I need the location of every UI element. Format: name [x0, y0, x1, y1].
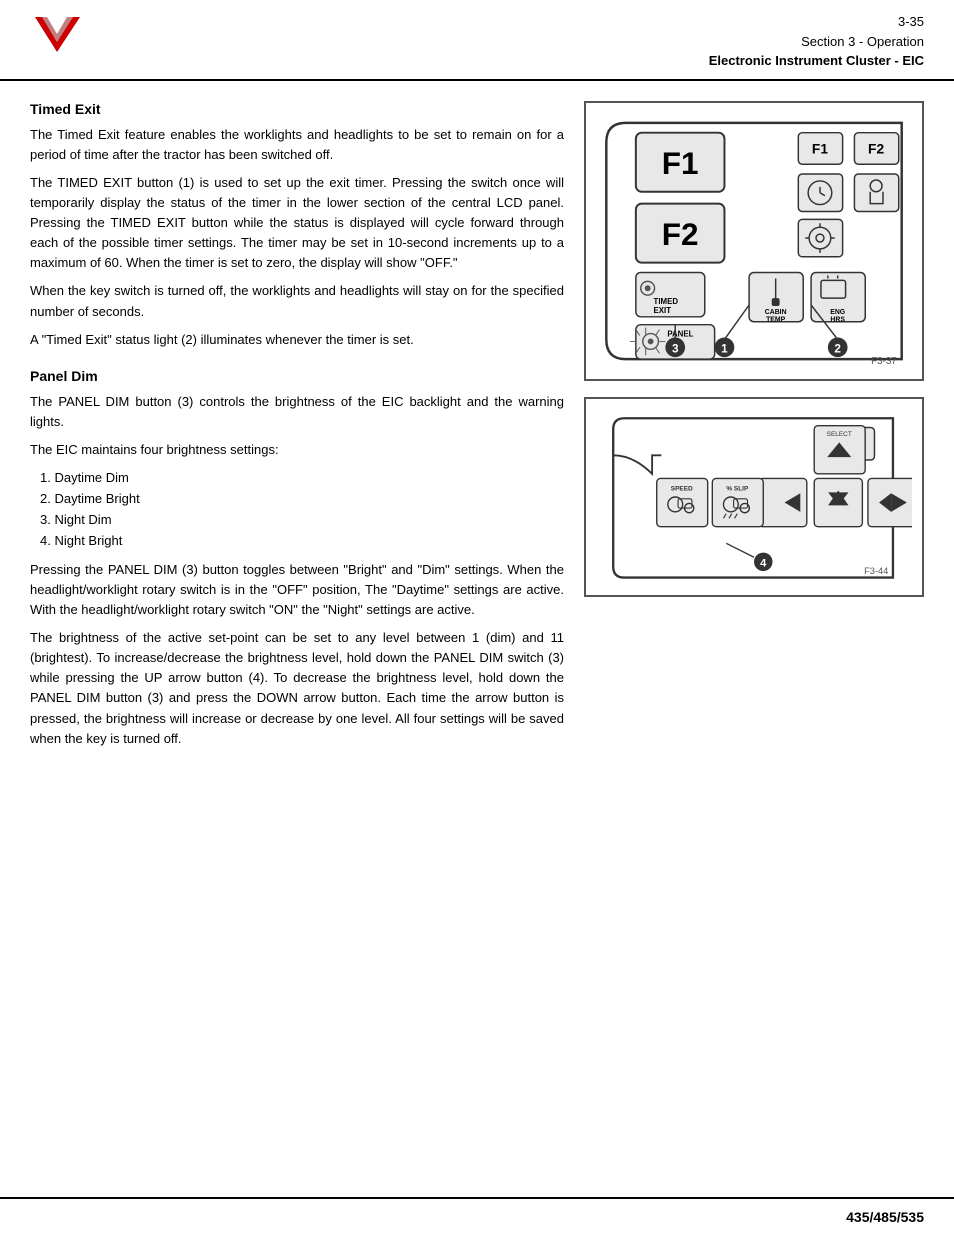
svg-text:4: 4 [760, 557, 767, 569]
svg-text:% SLIP: % SLIP [726, 485, 749, 492]
svg-text:1: 1 [721, 341, 728, 355]
svg-text:F3-44: F3-44 [864, 565, 888, 575]
list-item-2: 2. Daytime Bright [40, 489, 564, 510]
page-number: 3-35 [709, 12, 924, 32]
section-subtitle: Electronic Instrument Cluster - EIC [709, 51, 924, 71]
svg-text:PANEL: PANEL [667, 329, 693, 338]
page-header: 3-35 Section 3 - Operation Electronic In… [0, 0, 954, 81]
list-item-4: 4. Night Bright [40, 531, 564, 552]
list-item-1: 1. Daytime Dim [40, 468, 564, 489]
model-number: 435/485/535 [846, 1209, 924, 1225]
svg-text:EXIT: EXIT [654, 305, 672, 314]
main-content: Timed Exit The Timed Exit feature enable… [0, 81, 954, 777]
figure-1-svg: F1 F1 F2 [596, 113, 912, 369]
svg-text:TIMED: TIMED [654, 297, 679, 306]
timed-exit-para2: The TIMED EXIT button (1) is used to set… [30, 173, 564, 274]
svg-text:2: 2 [834, 341, 841, 355]
page-footer: 435/485/535 [0, 1197, 954, 1235]
svg-text:HRS: HRS [830, 316, 845, 323]
svg-text:3: 3 [672, 341, 679, 355]
timed-exit-para4: A "Timed Exit" status light (2) illumina… [30, 330, 564, 350]
svg-text:SELECT: SELECT [827, 430, 852, 437]
svg-text:F1: F1 [812, 141, 828, 156]
company-logo [30, 12, 85, 57]
text-column: Timed Exit The Timed Exit feature enable… [30, 101, 564, 757]
svg-text:SPEED: SPEED [671, 485, 693, 492]
figure-1-box: F1 F1 F2 [584, 101, 924, 381]
svg-text:F2: F2 [868, 141, 884, 156]
diagram-column: F1 F1 F2 [584, 101, 924, 757]
svg-text:ENG: ENG [830, 308, 845, 315]
header-info: 3-35 Section 3 - Operation Electronic In… [709, 12, 924, 71]
list-item-3: 3. Night Dim [40, 510, 564, 531]
panel-dim-para3: Pressing the PANEL DIM (3) button toggle… [30, 560, 564, 620]
panel-dim-para1: The PANEL DIM button (3) controls the br… [30, 392, 564, 432]
figure-2-box: SELECT SELECT SELECT [584, 397, 924, 597]
panel-dim-para4: The brightness of the active set-point c… [30, 628, 564, 749]
timed-exit-heading: Timed Exit [30, 101, 564, 117]
svg-text:F3-37: F3-37 [871, 356, 897, 367]
timed-exit-para1: The Timed Exit feature enables the workl… [30, 125, 564, 165]
svg-text:F2: F2 [662, 215, 699, 251]
timed-exit-para3: When the key switch is turned off, the w… [30, 281, 564, 321]
svg-text:F1: F1 [662, 145, 699, 181]
svg-text:CABIN: CABIN [765, 308, 787, 315]
panel-dim-para2: The EIC maintains four brightness settin… [30, 440, 564, 460]
panel-dim-heading: Panel Dim [30, 368, 564, 384]
figure-2-svg: SELECT SELECT SELECT [596, 409, 912, 585]
section-name: Section 3 - Operation [709, 32, 924, 52]
svg-text:TEMP: TEMP [766, 316, 786, 323]
